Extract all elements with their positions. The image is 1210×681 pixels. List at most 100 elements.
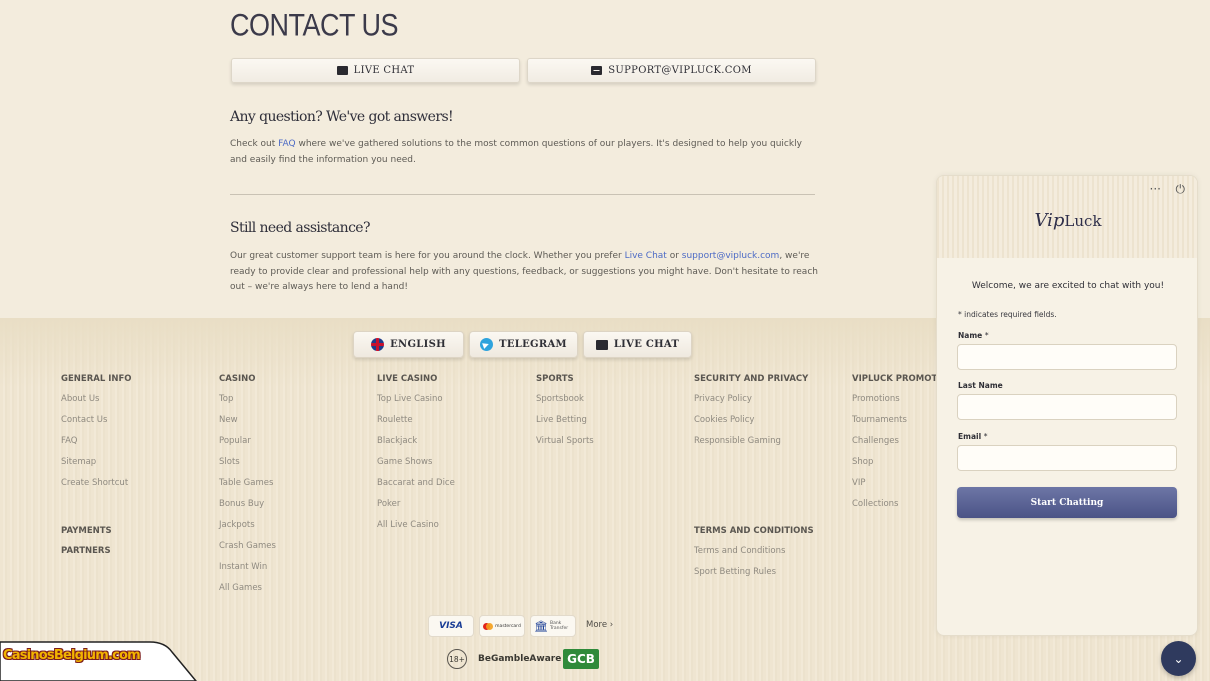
chat-toggle-button[interactable]: ⌄: [1161, 641, 1196, 676]
more-label: More: [586, 620, 608, 630]
footer-link[interactable]: Jackpots: [219, 520, 276, 541]
bank-transfer-logo: 🏛 Bank Transfer: [530, 615, 576, 637]
live-chat-button[interactable]: LIVE CHAT: [231, 58, 520, 83]
vipluck-logo: VipLuck: [937, 210, 1197, 231]
mastercard-label: mastercard: [495, 623, 521, 629]
col-heading: TERMS AND CONDITIONS: [694, 526, 814, 536]
footer-link[interactable]: Popular: [219, 436, 276, 457]
assist-text-1: Our great customer support team is here …: [230, 251, 625, 261]
email-input[interactable]: [957, 445, 1177, 471]
email-label: Email *: [958, 432, 988, 441]
name-input[interactable]: [957, 344, 1177, 370]
required-mark: *: [983, 432, 988, 441]
telegram-icon: [480, 338, 494, 351]
footer-link[interactable]: Privacy Policy: [694, 394, 808, 415]
age-restriction-badge: 18+: [447, 649, 467, 669]
mastercard-circles-icon: [483, 622, 494, 630]
footer-live-chat-label: LIVE CHAT: [613, 339, 680, 350]
footer-link[interactable]: Table Games: [219, 478, 276, 499]
footer-link[interactable]: Blackjack: [377, 436, 455, 457]
footer-link[interactable]: Challenges: [852, 436, 936, 457]
footer-col-promotions: VIPLUCK PROMOTIONS Promotions Tournament…: [852, 374, 936, 520]
footer-link[interactable]: Collections: [852, 499, 936, 520]
footer-link[interactable]: New: [219, 415, 276, 436]
col-heading: SECURITY AND PRIVACY: [694, 374, 809, 384]
footer-link[interactable]: All Live Casino: [377, 520, 455, 541]
faq-link[interactable]: FAQ: [278, 139, 295, 149]
footer-link[interactable]: Instant Win: [219, 562, 276, 583]
footer-link[interactable]: About Us: [61, 394, 132, 415]
footer-col-sports: SPORTS Sportsbook Live Betting Virtual S…: [536, 374, 594, 457]
footer-link[interactable]: Baccarat and Dice: [377, 478, 455, 499]
chevron-down-icon: ⌄: [1173, 651, 1184, 666]
chat-icon: [595, 339, 608, 350]
more-payments-link[interactable]: More ›: [586, 620, 613, 630]
footer-link[interactable]: VIP: [852, 478, 936, 499]
footer-link[interactable]: Top Live Casino: [377, 394, 455, 415]
divider: [230, 194, 815, 195]
assist-heading: Still need assistance?: [230, 220, 371, 236]
footer-link[interactable]: Responsible Gaming: [694, 436, 808, 457]
uk-flag-icon: [371, 338, 385, 351]
footer-link[interactable]: Tournaments: [852, 415, 936, 436]
name-label: Name *: [958, 331, 989, 340]
begambleaware-logo[interactable]: BeGambleAware: [478, 654, 561, 664]
email-link[interactable]: support@vipluck.com: [682, 251, 780, 261]
footer-link[interactable]: Create Shortcut: [61, 478, 132, 499]
faq-heading: Any question? We've got answers!: [230, 109, 454, 125]
col-heading: GENERAL INFO: [61, 374, 132, 384]
more-options-icon[interactable]: ···: [1150, 182, 1161, 196]
footer-live-chat-button[interactable]: LIVE CHAT: [583, 331, 692, 358]
telegram-button[interactable]: TELEGRAM: [469, 331, 578, 358]
footer-link[interactable]: Poker: [377, 499, 455, 520]
footer-link[interactable]: Contact Us: [61, 415, 132, 436]
casinosbelgium-badge[interactable]: CasinosBelgium.com: [0, 628, 200, 681]
last-name-input[interactable]: [957, 394, 1177, 420]
email-support-button[interactable]: SUPPORT@VIPLUCK.COM: [527, 58, 816, 83]
footer-link[interactable]: Live Betting: [536, 415, 594, 436]
bank-icon: 🏛: [534, 619, 548, 633]
footer-link[interactable]: Crash Games: [219, 541, 276, 562]
email-label-text: Email: [958, 432, 982, 441]
payments-heading[interactable]: PAYMENTS: [61, 526, 112, 546]
assist-paragraph: Our great customer support team is here …: [230, 249, 820, 296]
telegram-label: TELEGRAM: [499, 339, 567, 350]
footer-link[interactable]: Game Shows: [377, 457, 455, 478]
footer-link[interactable]: Slots: [219, 457, 276, 478]
live-chat-link[interactable]: Live Chat: [625, 251, 667, 261]
chat-header: ··· ⏻ VipLuck: [937, 176, 1197, 258]
bank-label: Bank Transfer: [549, 621, 569, 631]
footer-link[interactable]: Sitemap: [61, 457, 132, 478]
faq-paragraph: Check out FAQ where we've gathered solut…: [230, 137, 820, 168]
footer-link[interactable]: Sportsbook: [536, 394, 594, 415]
footer-link[interactable]: Virtual Sports: [536, 436, 594, 457]
footer-link[interactable]: Top: [219, 394, 276, 415]
email-label: SUPPORT@VIPLUCK.COM: [608, 65, 752, 76]
footer-link[interactable]: Roulette: [377, 415, 455, 436]
footer-col-general: GENERAL INFO About Us Contact Us FAQ Sit…: [61, 374, 132, 499]
power-icon[interactable]: ⏻: [1176, 182, 1186, 197]
language-button[interactable]: ENGLISH: [353, 331, 464, 358]
footer-link[interactable]: All Games: [219, 583, 276, 604]
required-mark: *: [984, 331, 989, 340]
required-note: * indicates required fields.: [958, 310, 1057, 319]
footer-col-live-casino: LIVE CASINO Top Live Casino Roulette Bla…: [377, 374, 455, 541]
chat-icon: [336, 66, 348, 75]
footer-link[interactable]: Cookies Policy: [694, 415, 808, 436]
footer-link[interactable]: Terms and Conditions: [694, 546, 814, 567]
page-title: CONTACT US: [230, 8, 399, 43]
footer-link[interactable]: Shop: [852, 457, 936, 478]
partners-heading[interactable]: PARTNERS: [61, 546, 112, 566]
start-chatting-button[interactable]: Start Chatting: [957, 487, 1177, 518]
gcb-logo[interactable]: GCB: [563, 649, 599, 669]
logo-luck: Luck: [1064, 212, 1102, 230]
last-name-label: Last Name: [958, 381, 1003, 390]
footer-link[interactable]: Bonus Buy: [219, 499, 276, 520]
footer-link[interactable]: Sport Betting Rules: [694, 567, 814, 588]
footer-link[interactable]: FAQ: [61, 436, 132, 457]
footer-col-terms: TERMS AND CONDITIONS Terms and Condition…: [694, 526, 814, 588]
mastercard-logo: mastercard: [479, 615, 525, 637]
footer-link[interactable]: Promotions: [852, 394, 936, 415]
col-heading: SPORTS: [536, 374, 574, 384]
chat-welcome: Welcome, we are excited to chat with you…: [971, 281, 1165, 291]
